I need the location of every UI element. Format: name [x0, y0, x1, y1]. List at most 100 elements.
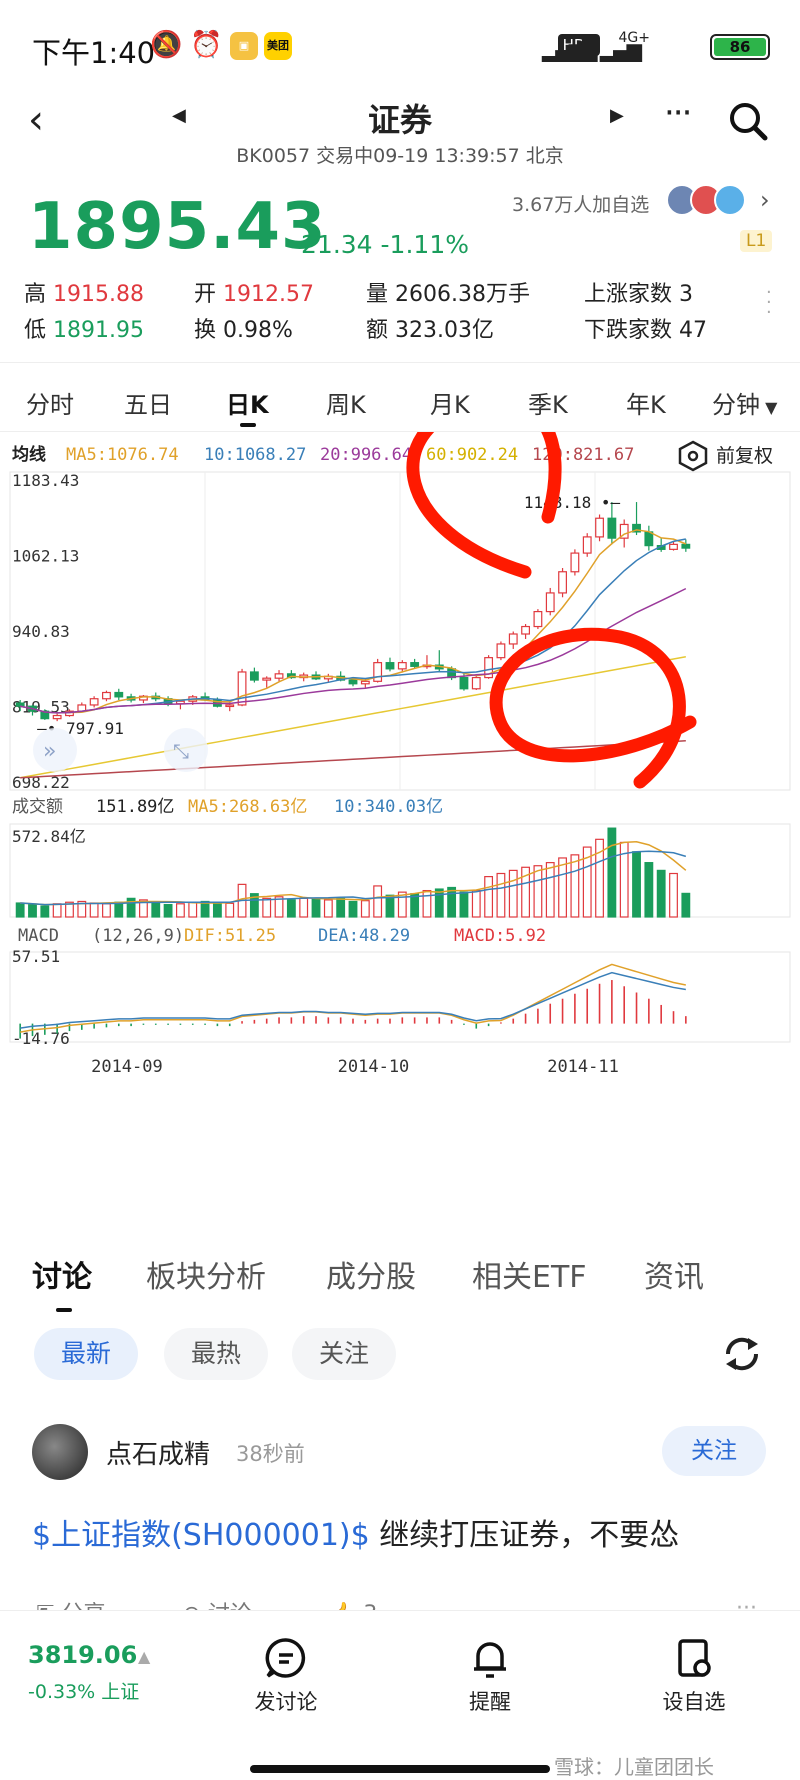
- volume-bar: [311, 898, 321, 918]
- candle: [373, 662, 383, 682]
- avatar[interactable]: [32, 1424, 88, 1480]
- expand-icon: ⤡: [173, 739, 189, 763]
- tab-weekly-k[interactable]: 周K: [326, 385, 366, 420]
- adjust-label: 前复权: [716, 445, 773, 467]
- volume-bar: [656, 869, 666, 918]
- candle: [595, 517, 604, 538]
- tab-daily-k[interactable]: 日K: [226, 385, 269, 420]
- refresh-icon[interactable]: [718, 1330, 766, 1382]
- search-icon[interactable]: [726, 99, 770, 150]
- tab-constituents[interactable]: 成分股: [326, 1252, 416, 1296]
- level-badge[interactable]: L1: [740, 230, 773, 252]
- followers-count[interactable]: 3.67万人加自选: [512, 190, 649, 217]
- tab-five-day[interactable]: 五日: [124, 385, 172, 420]
- settings-icon[interactable]: [678, 440, 708, 472]
- tab-yearly-k[interactable]: 年K: [626, 385, 666, 420]
- tab-discussion[interactable]: 讨论: [32, 1252, 92, 1296]
- candle: [274, 673, 284, 679]
- volume-bar: [632, 851, 641, 918]
- next-stock-icon[interactable]: ▶: [610, 105, 624, 126]
- content-tab-indicator: [56, 1308, 72, 1312]
- candle: [249, 671, 259, 681]
- candle: [607, 517, 617, 539]
- alert-button[interactable]: 提醒: [430, 1636, 550, 1716]
- volume-bar: [459, 891, 469, 918]
- candle: [262, 677, 272, 681]
- post-username[interactable]: 点石成精: [106, 1434, 210, 1471]
- tab-quarterly-k[interactable]: 季K: [528, 385, 568, 420]
- volume-bar: [570, 854, 580, 918]
- filter-latest[interactable]: 最新: [34, 1328, 138, 1380]
- add-watchlist-button[interactable]: 设自选: [634, 1636, 754, 1716]
- stock-mention-link[interactable]: $上证指数(SH000001)$: [32, 1518, 370, 1553]
- tab-minute[interactable]: 分钟 ▼: [712, 385, 777, 420]
- candle: [237, 671, 247, 706]
- index-value: 3819.06: [28, 1641, 138, 1669]
- volume-bar: [422, 889, 432, 918]
- stat-up-count: 上涨家数 3: [584, 282, 694, 307]
- chat-icon: [265, 1638, 306, 1678]
- volume-value: 151.89亿: [96, 797, 174, 817]
- volume-bar: [360, 900, 370, 918]
- volume-bar: [262, 897, 272, 918]
- volume-bar: [225, 902, 235, 918]
- volume-bar: [373, 885, 383, 918]
- volume-bar: [163, 903, 173, 918]
- follower-avatars[interactable]: [666, 184, 750, 218]
- volume-bar: [200, 900, 210, 918]
- candle: [681, 543, 691, 549]
- candle: [521, 625, 531, 635]
- price-axis-label: 1062.13: [12, 546, 79, 565]
- chevron-right-icon[interactable]: ›: [760, 186, 770, 214]
- candle: [360, 680, 370, 685]
- kline-chart[interactable]: 均线 MA5:1076.74 10:1068.27 20:996.64 60:9…: [0, 393, 800, 1222]
- macd-dea: DEA:48.29: [318, 926, 410, 946]
- chart-canvas[interactable]: 均线 MA5:1076.74 10:1068.27 20:996.64 60:9…: [0, 393, 800, 1222]
- index-change: -0.33% 上证: [28, 1681, 140, 1703]
- stat-down-count: 下跌家数 47: [584, 318, 708, 343]
- expand-handle-icon[interactable]: · · ·: [766, 284, 772, 322]
- candle: [533, 610, 543, 628]
- filter-hot[interactable]: 最热: [164, 1328, 268, 1380]
- battery-icon: 86: [710, 34, 770, 60]
- post-discussion-button[interactable]: 发讨论: [226, 1636, 346, 1716]
- index-ticker[interactable]: 3819.06 -0.33% 上证: [28, 1641, 139, 1704]
- signal-bars-icon: ▂▄▆█ ▂▄▆: [541, 38, 642, 62]
- price-change: -21.34 -1.11%: [292, 230, 469, 259]
- adjust-toggle[interactable]: 前复权: [678, 440, 773, 472]
- candle: [582, 536, 592, 554]
- tab-news[interactable]: 资讯: [644, 1252, 704, 1296]
- volume-bar: [385, 894, 395, 918]
- annotation-circle-bottom: [489, 627, 697, 789]
- tab-sector-analysis[interactable]: 板块分析: [146, 1252, 266, 1296]
- tab-related-etf[interactable]: 相关ETF: [472, 1252, 587, 1296]
- meituan-icon: 美团: [264, 32, 292, 60]
- candle: [15, 702, 25, 707]
- tab-monthly-k[interactable]: 月K: [430, 385, 470, 420]
- ma10-legend: 10:1068.27: [204, 445, 306, 465]
- follow-button[interactable]: 关注: [662, 1426, 766, 1476]
- candle: [471, 676, 481, 690]
- candle: [496, 643, 506, 659]
- volume-bar: [102, 903, 111, 918]
- volume-bar: [40, 905, 50, 918]
- volume-bar: [471, 889, 481, 918]
- date-axis-label: 2014-10: [338, 1057, 410, 1077]
- volume-bar: [669, 872, 678, 918]
- stock-header: ‹ ◀ 证券 BK0057 交易中09-19 13:39:57 北京 ▶ ···: [0, 93, 800, 190]
- volume-bar: [28, 903, 37, 918]
- date-axis-label: 2014-11: [547, 1057, 619, 1077]
- volume-label: 成交额: [12, 797, 63, 817]
- post-content: $上证指数(SH000001)$ 继续打压证券，不要怂: [32, 1510, 679, 1554]
- alarm-icon: ⏰: [190, 30, 223, 60]
- home-indicator[interactable]: [250, 1765, 550, 1773]
- candle: [397, 662, 407, 670]
- candle: [348, 679, 358, 685]
- filter-following[interactable]: 关注: [292, 1328, 396, 1380]
- tab-intraday[interactable]: 分时: [26, 385, 74, 420]
- volume-bar: [336, 897, 346, 918]
- more-icon[interactable]: ···: [664, 93, 692, 133]
- candle: [644, 531, 654, 547]
- battery-level: 86: [714, 38, 766, 56]
- volume-ma10: 10:340.03亿: [334, 797, 443, 817]
